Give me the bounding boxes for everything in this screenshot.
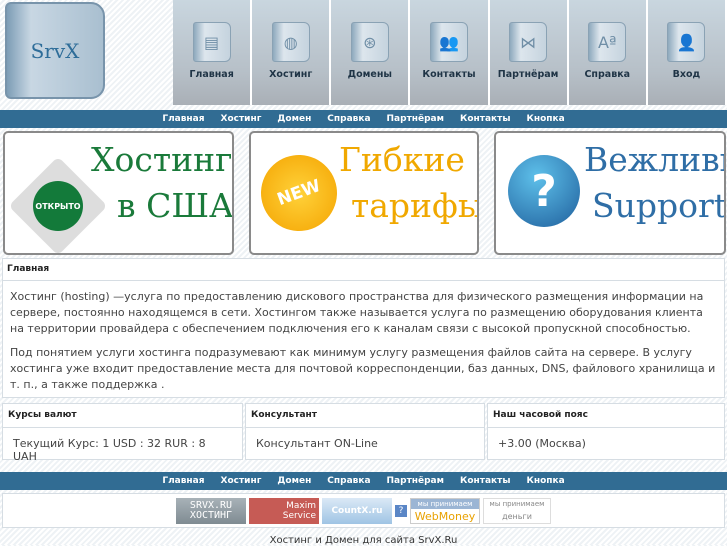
- timezone-value: +3.00 (Москва): [498, 437, 586, 450]
- logo-text: SrvX: [30, 38, 80, 63]
- nav-link[interactable]: Домен: [269, 472, 319, 490]
- yandex-money-button[interactable]: мы принимаем деньги: [483, 497, 551, 524]
- nav-link[interactable]: Партнёрам: [379, 472, 452, 490]
- content-paragraph: Под понятием услуги хостинга подразумева…: [10, 346, 716, 391]
- main-content: Главная Хостинг (hosting) —услуга по пре…: [2, 258, 725, 398]
- top-nav: ▤ Главная ◍ Хостинг ⊛ Домены 👥 Контакты ⋈ Партнёр…: [173, 0, 727, 105]
- banner-title: Гибкие: [339, 140, 465, 179]
- top-nav-label: Партнёрам: [497, 69, 559, 80]
- content-title: Главная: [3, 259, 724, 281]
- banner-hosting-usa[interactable]: ОТКРЫТО Хостинг в США: [3, 131, 234, 255]
- banner-title: Вежливый: [584, 140, 724, 179]
- banner-title: Хостинг: [91, 140, 233, 179]
- top-nav-item[interactable]: ⋈ Партнёрам: [489, 0, 569, 105]
- nav-link[interactable]: Хостинг: [213, 110, 270, 128]
- nav-link[interactable]: Главная: [154, 110, 212, 128]
- people-icon: 👥: [429, 22, 468, 62]
- nav-link[interactable]: Кнопка: [519, 472, 573, 490]
- globe-icon: ◍: [271, 22, 310, 62]
- nav-link[interactable]: Партнёрам: [379, 110, 452, 128]
- banner-subtitle: в США: [117, 186, 234, 225]
- top-nav-label: Домены: [347, 69, 393, 80]
- network-icon: ⋈: [509, 22, 548, 62]
- top-nav-label: Главная: [189, 69, 234, 80]
- timezone-panel: Наш часовой пояс +3.00 (Москва): [487, 403, 725, 460]
- content-paragraph: Хостинг (hosting) —услуга по предоставле…: [10, 290, 704, 335]
- banner-support[interactable]: ? Вежливый Support: [494, 131, 726, 255]
- srvx-button[interactable]: SRVX.RU ХОСТИНГ: [176, 497, 246, 524]
- consultant-link[interactable]: Консультант ON-Line: [246, 428, 484, 459]
- panel-title: Курсы валют: [3, 404, 242, 428]
- webmoney-button[interactable]: мы принимаем WebMoney: [410, 497, 480, 524]
- srvx-label: SRVX.RU: [189, 499, 233, 511]
- currency-rate: Текущий Курс: 1 USD : 32 RUR : 8 UAH: [13, 437, 206, 463]
- top-nav-item[interactable]: ◍ Хостинг: [252, 0, 332, 105]
- nav-link[interactable]: Справка: [319, 472, 378, 490]
- yandex-label: деньги: [502, 512, 532, 521]
- nav-link[interactable]: Домен: [269, 110, 319, 128]
- user-icon: 👤: [667, 22, 706, 62]
- footer-text: Хостинг и Домен для сайта SrvX.Ru: [269, 535, 458, 546]
- top-nav-item[interactable]: 👥 Контакты: [410, 0, 490, 105]
- top-nav-label: Контакты: [422, 69, 476, 80]
- button-bar: SRVX.RU ХОСТИНГ Maxim Service CountX.ru ? …: [2, 493, 725, 528]
- nav-link[interactable]: Контакты: [452, 472, 519, 490]
- maxim-sublabel: Service: [282, 510, 316, 521]
- new-badge: NEW: [251, 144, 348, 242]
- footer-nav: Главная Хостинг Домен Справка Партнёрам Конта…: [0, 472, 727, 490]
- www-icon: ⊛: [350, 22, 389, 62]
- countx-button[interactable]: CountX.ru: [322, 497, 392, 524]
- question-icon: ?: [508, 155, 580, 227]
- font-icon: Aª: [588, 22, 627, 62]
- document-icon: ▤: [192, 22, 231, 62]
- panel-title: Консультант: [246, 404, 484, 428]
- nav-link[interactable]: Кнопка: [519, 110, 573, 128]
- open-badge: ОТКРЫТО: [33, 181, 83, 231]
- yandex-caption: мы принимаем: [489, 500, 545, 508]
- top-nav-label: Хостинг: [269, 69, 313, 80]
- panel-title: Наш часовой пояс: [488, 404, 724, 428]
- webmoney-label: WebMoney: [414, 510, 476, 523]
- maxim-label: Maxim: [286, 500, 316, 511]
- maxim-service-button[interactable]: Maxim Service: [249, 497, 319, 524]
- logo[interactable]: SrvX: [5, 2, 105, 99]
- banner-subtitle: тарифы: [351, 186, 479, 225]
- banner-subtitle: Support: [592, 186, 726, 225]
- top-nav-label: Вход: [672, 69, 701, 80]
- consultant-panel: Консультант Консультант ON-Line: [245, 403, 485, 460]
- srvx-sublabel: ХОСТИНГ: [189, 509, 233, 521]
- nav-link[interactable]: Хостинг: [213, 472, 270, 490]
- nav-link[interactable]: Справка: [319, 110, 378, 128]
- top-nav-item[interactable]: 👤 Вход: [647, 0, 727, 105]
- top-nav-item[interactable]: ▤ Главная: [173, 0, 253, 105]
- nav-link[interactable]: Контакты: [452, 110, 519, 128]
- top-nav-label: Справка: [584, 69, 631, 80]
- currency-panel: Курсы валют Текущий Курс: 1 USD : 32 RUR…: [2, 403, 243, 463]
- nav-link[interactable]: Главная: [154, 472, 212, 490]
- help-icon[interactable]: ?: [395, 504, 407, 517]
- webmoney-caption: мы принимаем: [411, 499, 479, 509]
- banner-flexible-tariffs[interactable]: NEW Гибкие тарифы: [249, 131, 479, 255]
- top-nav-item[interactable]: ⊛ Домены: [331, 0, 411, 105]
- main-nav: Главная Хостинг Домен Справка Партнёрам Конта…: [0, 110, 727, 128]
- top-nav-item[interactable]: Aª Справка: [568, 0, 648, 105]
